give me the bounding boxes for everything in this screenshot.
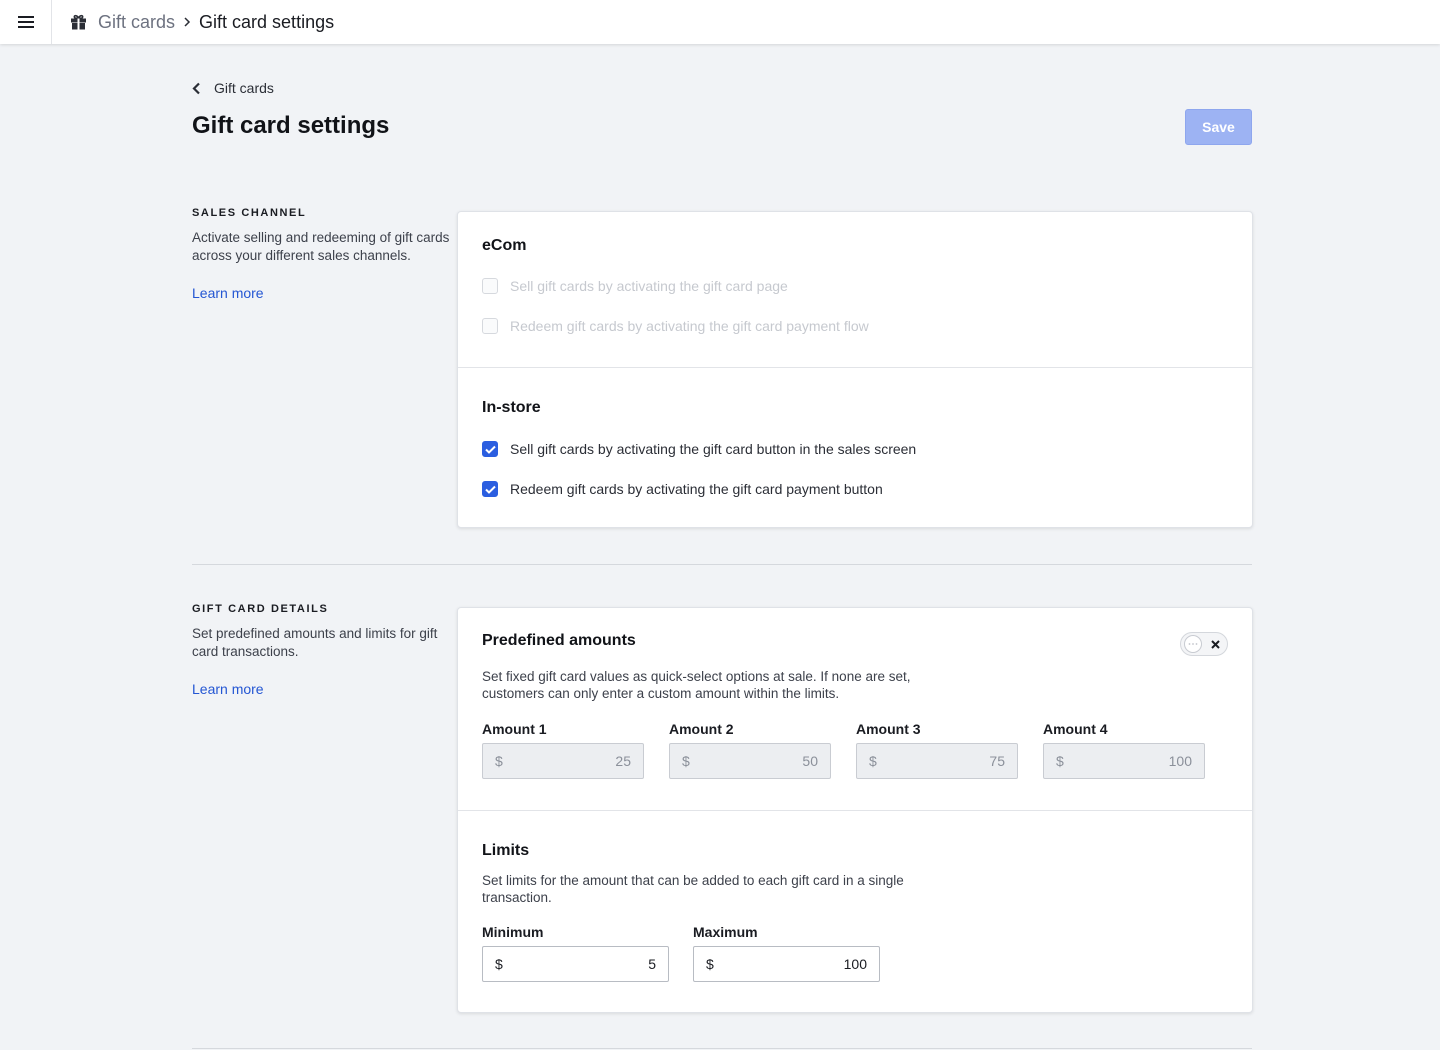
instore-redeem-checkbox[interactable]	[482, 481, 498, 497]
gift-card-details-section-info: GIFT CARD DETAILS Set predefined amounts…	[192, 603, 452, 699]
ecom-panel: eCom Sell gift cards by activating the g…	[458, 212, 1252, 367]
checkmark-icon	[484, 485, 496, 494]
limit-fields-row: Minimum $ 5 Maximum $ 100	[482, 924, 1228, 982]
amount-1-label: Amount 1	[482, 721, 547, 737]
back-link-label: Gift cards	[214, 80, 274, 96]
maximum-input[interactable]: $ 100	[693, 946, 880, 982]
back-link[interactable]: Gift cards	[192, 80, 274, 96]
instore-sell-option[interactable]: Sell gift cards by activating the gift c…	[482, 439, 1228, 459]
save-button[interactable]: Save	[1185, 109, 1252, 145]
amount-4-field: Amount 4 $ 100	[1043, 721, 1205, 779]
amount-1-input[interactable]: $ 25	[482, 743, 644, 779]
section-description: Set predefined amounts and limits for gi…	[192, 626, 438, 659]
amount-value: 50	[802, 753, 818, 769]
ecom-redeem-option[interactable]: Redeem gift cards by activating the gift…	[482, 316, 1228, 336]
instore-redeem-option[interactable]: Redeem gift cards by activating the gift…	[482, 479, 1228, 499]
currency-symbol: $	[495, 956, 503, 972]
minimum-label: Minimum	[482, 924, 544, 940]
amount-value: 75	[989, 753, 1005, 769]
limits-description: Set limits for the amount that can be ad…	[482, 873, 904, 905]
chevron-right-icon	[183, 16, 191, 28]
amount-value: 100	[1168, 753, 1192, 769]
currency-symbol: $	[1056, 753, 1064, 769]
ellipsis-icon	[1188, 643, 1198, 645]
maximum-label: Maximum	[693, 924, 758, 940]
limits-panel: Limits Set limits for the amount that ca…	[458, 810, 1252, 1012]
gift-card-details-card: Predefined amounts Set fixed gift card v…	[457, 607, 1253, 1013]
currency-symbol: $	[706, 956, 714, 972]
minimum-input[interactable]: $ 5	[482, 946, 669, 982]
amount-4-label: Amount 4	[1043, 721, 1108, 737]
amount-3-label: Amount 3	[856, 721, 921, 737]
sales-channel-card: eCom Sell gift cards by activating the g…	[457, 211, 1253, 528]
section-divider	[192, 1048, 1252, 1049]
amount-3-input[interactable]: $ 75	[856, 743, 1018, 779]
ecom-sell-label: Sell gift cards by activating the gift c…	[510, 278, 788, 294]
learn-more-link[interactable]: Learn more	[192, 681, 264, 697]
ecom-sell-option[interactable]: Sell gift cards by activating the gift c…	[482, 276, 1228, 296]
amount-3-field: Amount 3 $ 75	[856, 721, 1018, 779]
maximum-value: 100	[843, 956, 867, 972]
breadcrumb-current: Gift card settings	[199, 11, 335, 32]
currency-symbol: $	[869, 753, 877, 769]
amount-4-input[interactable]: $ 100	[1043, 743, 1205, 779]
close-icon	[1211, 639, 1220, 649]
instore-redeem-label: Redeem gift cards by activating the gift…	[510, 481, 883, 497]
currency-symbol: $	[682, 753, 690, 769]
currency-symbol: $	[495, 753, 503, 769]
predefined-amounts-toggle[interactable]	[1180, 632, 1228, 656]
ecom-sell-checkbox[interactable]	[482, 278, 498, 294]
amount-fields-row: Amount 1 $ 25 Amount 2 $ 50 Amount 3 $ 7…	[482, 721, 1228, 779]
section-heading: GIFT CARD DETAILS	[192, 603, 329, 615]
minimum-value: 5	[648, 956, 656, 972]
instore-sell-label: Sell gift cards by activating the gift c…	[510, 441, 917, 457]
page-title: Gift card settings	[192, 112, 390, 139]
maximum-field: Maximum $ 100	[693, 924, 880, 982]
chevron-left-icon	[192, 81, 206, 95]
section-heading: SALES CHANNEL	[192, 207, 307, 219]
top-bar: Gift cards Gift card settings	[0, 0, 1440, 44]
sales-channel-section-info: SALES CHANNEL Activate selling and redee…	[192, 207, 452, 303]
breadcrumb: Gift cards Gift card settings	[70, 12, 334, 33]
section-description: Activate selling and redeeming of gift c…	[192, 230, 450, 263]
section-divider	[192, 564, 1252, 565]
predefined-amounts-description: Set fixed gift card values as quick-sele…	[482, 669, 911, 701]
amount-2-field: Amount 2 $ 50	[669, 721, 831, 779]
amount-2-input[interactable]: $ 50	[669, 743, 831, 779]
ecom-redeem-label: Redeem gift cards by activating the gift…	[510, 318, 869, 334]
limits-title: Limits	[482, 842, 530, 859]
breadcrumb-parent-link[interactable]: Gift cards	[98, 12, 175, 33]
learn-more-link[interactable]: Learn more	[192, 285, 264, 301]
instore-sell-checkbox[interactable]	[482, 441, 498, 457]
amount-1-field: Amount 1 $ 25	[482, 721, 644, 779]
toggle-knob	[1184, 635, 1202, 653]
gift-icon	[70, 13, 88, 31]
instore-panel: In-store Sell gift cards by activating t…	[458, 367, 1252, 527]
ecom-title: eCom	[482, 237, 527, 254]
predefined-amounts-panel: Predefined amounts Set fixed gift card v…	[458, 608, 1252, 810]
predefined-amounts-title: Predefined amounts	[482, 632, 636, 649]
instore-title: In-store	[482, 399, 541, 416]
hamburger-menu-icon[interactable]	[0, 0, 52, 44]
amount-value: 25	[615, 753, 631, 769]
minimum-field: Minimum $ 5	[482, 924, 669, 982]
checkmark-icon	[484, 445, 496, 454]
amount-2-label: Amount 2	[669, 721, 734, 737]
ecom-redeem-checkbox[interactable]	[482, 318, 498, 334]
